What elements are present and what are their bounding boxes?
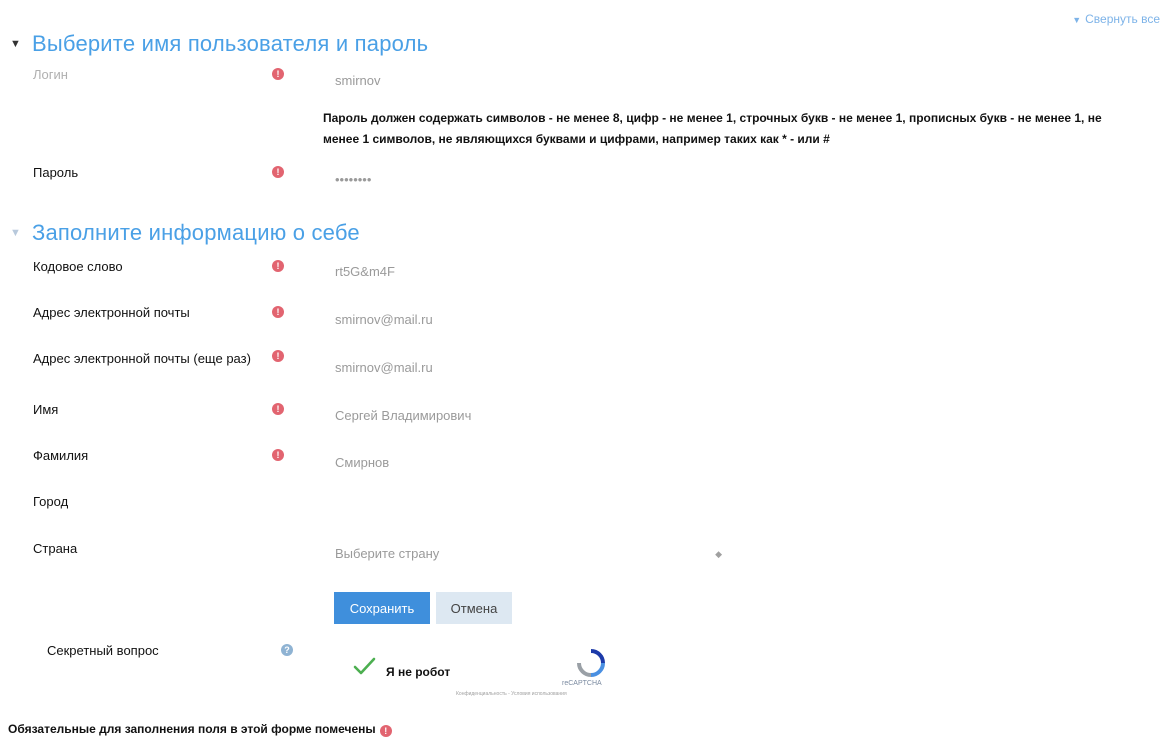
- email2-input[interactable]: [323, 354, 723, 380]
- save-button[interactable]: Сохранить: [334, 592, 430, 624]
- secret-question-label: Секретный вопрос: [47, 643, 159, 658]
- caret-down-icon: ▼: [10, 38, 21, 50]
- email-label: Адрес электронной почты: [33, 305, 190, 320]
- recaptcha-label: Я не робот: [386, 665, 451, 679]
- recaptcha-brand: reCAPTCHA: [562, 680, 602, 687]
- username-input[interactable]: [323, 67, 723, 93]
- city-input[interactable]: [323, 494, 723, 520]
- required-icon: !: [272, 306, 284, 318]
- username-label: Логин: [33, 67, 68, 82]
- lastname-label: Фамилия: [33, 448, 89, 463]
- caret-down-icon: ▼: [10, 227, 21, 239]
- required-icon: !: [272, 68, 284, 80]
- password-label: Пароль: [33, 165, 79, 180]
- cancel-button[interactable]: Отмена: [436, 592, 512, 624]
- section-header-account[interactable]: ▼ Выберите имя пользователя и пароль: [10, 31, 428, 57]
- email-input[interactable]: [323, 306, 723, 332]
- country-select[interactable]: Выберите страну ◆: [323, 541, 728, 567]
- password-input[interactable]: [323, 166, 723, 192]
- help-icon[interactable]: ?: [281, 644, 293, 656]
- recaptcha-terms-link[interactable]: Конфиденциальность - Условия использован…: [456, 691, 567, 697]
- required-icon: !: [379, 725, 392, 737]
- required-icon: !: [272, 350, 284, 362]
- required-icon: !: [272, 166, 284, 178]
- lastname-input[interactable]: [323, 449, 723, 475]
- email2-label: Адрес электронной почты (еще раз): [33, 351, 251, 366]
- section-title-account: Выберите имя пользователя и пароль: [32, 31, 429, 56]
- codeword-input[interactable]: [323, 258, 723, 284]
- recaptcha-logo-icon: [577, 649, 605, 677]
- password-hint: Пароль должен содержать символов - не ме…: [323, 111, 1102, 146]
- required-icon: !: [272, 403, 284, 415]
- select-arrows-icon: ◆: [715, 549, 722, 559]
- caret-down-icon: ▼: [1072, 15, 1082, 25]
- required-note: Обязательные для заполнения поля в этой …: [8, 722, 392, 737]
- country-select-value: Выберите страну: [335, 546, 440, 561]
- collapse-all-link[interactable]: ▼ Свернуть все: [1072, 12, 1160, 26]
- recaptcha-widget[interactable]: Я не робот reCAPTCHA Конфиденциальность …: [336, 636, 626, 702]
- firstname-input[interactable]: [323, 402, 723, 428]
- firstname-label: Имя: [33, 402, 59, 417]
- required-note-text: Обязательные для заполнения поля в этой …: [8, 722, 376, 736]
- collapse-all-label: Свернуть все: [1085, 12, 1160, 26]
- codeword-label: Кодовое слово: [33, 259, 123, 274]
- country-label: Страна: [33, 541, 78, 556]
- section-header-profile[interactable]: ▼ Заполните информацию о себе: [10, 220, 360, 246]
- checkmark-icon[interactable]: [352, 654, 376, 678]
- required-icon: !: [272, 449, 284, 461]
- section-title-profile: Заполните информацию о себе: [32, 220, 360, 245]
- city-label: Город: [33, 494, 69, 509]
- required-icon: !: [272, 260, 284, 272]
